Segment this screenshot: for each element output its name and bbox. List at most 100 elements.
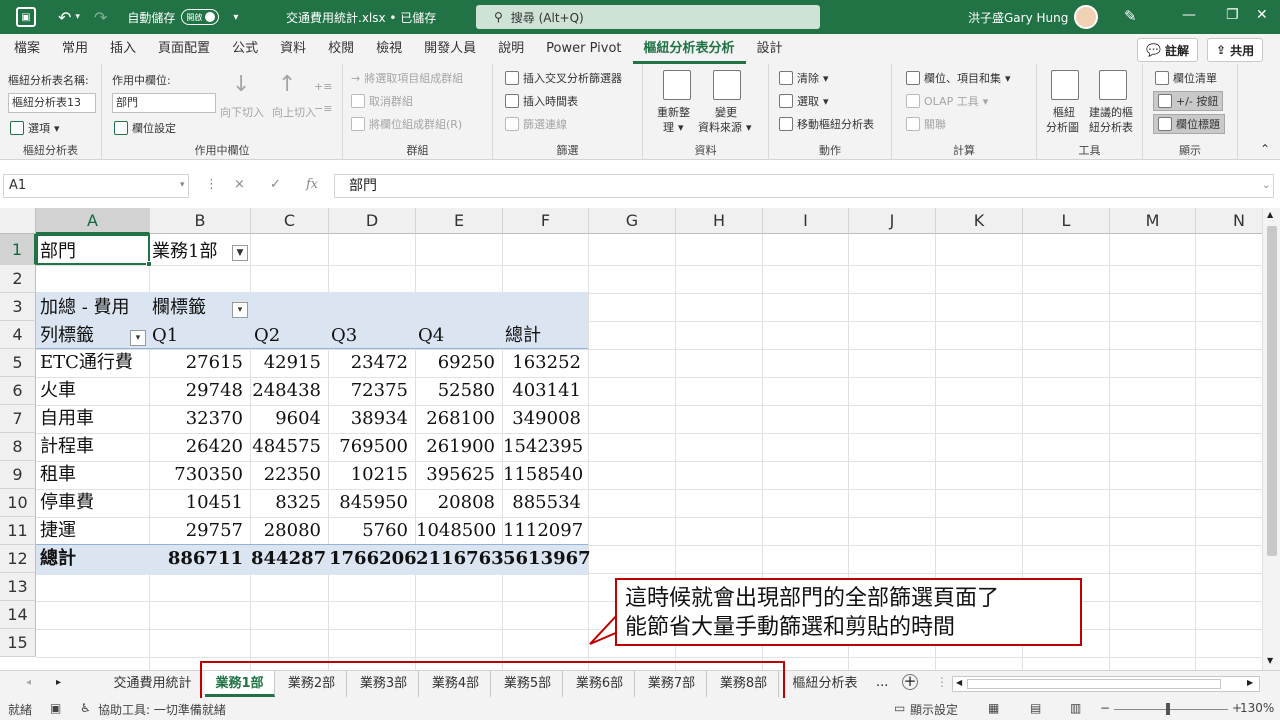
options-button[interactable]: 選項 ▾ — [10, 120, 60, 136]
tab-help[interactable]: 說明 — [487, 34, 535, 64]
grand-total-value[interactable]: 1766206 — [329, 545, 417, 573]
relationships-button[interactable]: 關聯 — [906, 116, 946, 132]
drill-up-button[interactable]: 向上切入 — [272, 104, 316, 120]
prev-sheet-icon[interactable]: ◂ — [26, 677, 31, 688]
search-box[interactable]: ⚲ 搜尋 (Alt+Q) — [476, 5, 820, 29]
scroll-down-icon[interactable]: ▼ — [1267, 656, 1273, 665]
value-cell[interactable]: 22350 — [251, 461, 329, 489]
header-q1[interactable]: Q1 — [152, 322, 178, 350]
grand-total-value[interactable]: 2116763 — [416, 545, 504, 573]
grand-total-value[interactable]: 5613967 — [503, 545, 591, 573]
tab-page-layout[interactable]: 頁面配置 — [147, 34, 221, 64]
value-cell[interactable]: 395625 — [416, 461, 503, 489]
next-sheet-icon[interactable]: ▸ — [56, 677, 61, 688]
row-header-8[interactable]: 8 — [0, 433, 36, 461]
minimize-icon[interactable]: — — [1182, 7, 1196, 23]
value-cell[interactable]: 8325 — [251, 489, 329, 517]
select-all-corner[interactable] — [0, 208, 36, 234]
value-cell[interactable]: 29757 — [150, 517, 251, 545]
share-button[interactable]: ⇪ 共用 — [1207, 38, 1264, 62]
redo-icon[interactable]: ↷ — [94, 8, 107, 27]
value-cell[interactable]: 32370 — [150, 405, 251, 433]
value-cell[interactable]: 403141 — [503, 377, 589, 405]
horizontal-scrollbar[interactable]: ◀ ▶ — [952, 676, 1260, 692]
tab-file[interactable]: 檔案 — [0, 34, 51, 64]
expand-formula-icon[interactable]: ⌄ — [1262, 180, 1270, 191]
value-cell[interactable]: 484575 — [251, 433, 329, 461]
olap-tools-button[interactable]: OLAP 工具 ▾ — [906, 93, 988, 109]
row-label-cell[interactable]: 捷運 — [40, 517, 76, 545]
vertical-scroll-thumb[interactable] — [1267, 226, 1277, 556]
add-sheet-icon[interactable]: + — [902, 674, 918, 690]
value-cell[interactable]: 27615 — [150, 349, 251, 377]
row-header-12[interactable]: 12 — [0, 545, 36, 573]
select-button[interactable]: 選取 ▾ — [779, 93, 829, 109]
row-label-cell[interactable]: 自用車 — [40, 405, 94, 433]
accessibility-status[interactable]: 協助工具: 一切準備就緒 — [98, 701, 226, 718]
column-header-b[interactable]: B — [150, 208, 251, 234]
column-header-a[interactable]: A — [36, 208, 150, 234]
macro-record-icon[interactable]: ▣ — [50, 701, 61, 715]
ungroup-button[interactable]: 取消群組 — [351, 93, 413, 109]
row-header-6[interactable]: 6 — [0, 377, 36, 405]
more-sheets-icon[interactable]: ... — [876, 675, 888, 690]
undo-icon[interactable]: ↶ — [58, 8, 71, 27]
field-settings-button[interactable]: 欄位設定 — [114, 120, 176, 136]
tab-review[interactable]: 校閱 — [317, 34, 365, 64]
save-icon[interactable]: ▣ — [16, 7, 36, 27]
tab-design[interactable]: 設計 — [746, 34, 794, 64]
column-header-c[interactable]: C — [251, 208, 329, 234]
value-cell[interactable]: 769500 — [329, 433, 416, 461]
value-cell[interactable]: 26420 — [150, 433, 251, 461]
value-cell[interactable]: 38934 — [329, 405, 416, 433]
value-cell[interactable]: 1542395 — [503, 433, 589, 461]
value-cell[interactable]: 349008 — [503, 405, 589, 433]
row-label-cell[interactable]: 火車 — [40, 377, 76, 405]
value-cell[interactable]: 72375 — [329, 377, 416, 405]
grand-total-label[interactable]: 總計 — [40, 545, 76, 573]
row-header-1[interactable]: 1 — [0, 234, 36, 265]
row-header-13[interactable]: 13 — [0, 573, 36, 601]
tab-insert[interactable]: 插入 — [99, 34, 147, 64]
column-header-h[interactable]: H — [676, 208, 763, 234]
value-cell[interactable]: 1048500 — [416, 517, 503, 545]
column-labels-cell[interactable]: 欄標籤 — [152, 294, 206, 322]
grand-total-value[interactable]: 886711 — [150, 545, 251, 573]
row-header-7[interactable]: 7 — [0, 405, 36, 433]
value-cell[interactable]: 268100 — [416, 405, 503, 433]
value-cell[interactable]: 248438 — [251, 377, 329, 405]
name-box-dropdown-icon[interactable]: ▾ — [180, 180, 185, 190]
value-cell[interactable]: 1112097 — [503, 517, 589, 545]
file-name[interactable]: 交通費用統計.xlsx • 已儲存 — [286, 9, 436, 26]
tab-formulas[interactable]: 公式 — [221, 34, 269, 64]
autosave-toggle[interactable]: 開啟 — [181, 9, 220, 25]
pen-icon[interactable]: ✎ — [1124, 7, 1137, 25]
column-labels-dropdown-icon[interactable]: ▾ — [232, 302, 248, 318]
row-header-15[interactable]: 15 — [0, 629, 36, 657]
value-cell[interactable]: 52580 — [416, 377, 503, 405]
value-cell[interactable]: 42915 — [251, 349, 329, 377]
undo-dropdown-icon[interactable]: ▾ — [75, 12, 80, 22]
user-name[interactable]: 洪子盛Gary Hung — [968, 9, 1068, 26]
tab-view[interactable]: 檢視 — [365, 34, 413, 64]
display-settings-icon[interactable]: ▭ — [894, 701, 905, 715]
field-list-button[interactable]: 欄位清單 — [1155, 70, 1217, 86]
normal-view-icon[interactable]: ▦ — [988, 701, 999, 715]
filter-value-cell[interactable]: 業務1部 — [152, 238, 217, 266]
drill-down-button[interactable]: 向下切入 — [220, 104, 264, 120]
sheet-tab[interactable]: 樞紐分析表 — [782, 671, 868, 697]
value-cell[interactable]: 5760 — [329, 517, 416, 545]
group-field-button[interactable]: 將欄位組成群組(R) — [351, 116, 462, 132]
row-labels-cell[interactable]: 列標籤 — [40, 322, 94, 350]
value-cell[interactable]: 10215 — [329, 461, 416, 489]
tab-power-pivot[interactable]: Power Pivot — [535, 34, 632, 64]
column-header-m[interactable]: M — [1110, 208, 1196, 234]
column-header-f[interactable]: F — [503, 208, 589, 234]
filter-connections-button[interactable]: 篩選連線 — [505, 116, 567, 132]
row-label-cell[interactable]: 計程車 — [40, 433, 94, 461]
filter-dropdown-icon[interactable]: ▼ — [232, 245, 248, 261]
zoom-slider[interactable] — [1114, 709, 1228, 710]
value-cell[interactable]: 10451 — [150, 489, 251, 517]
pivot-name-input[interactable]: 樞紐分析表13 — [8, 93, 96, 113]
row-header-10[interactable]: 10 — [0, 489, 36, 517]
